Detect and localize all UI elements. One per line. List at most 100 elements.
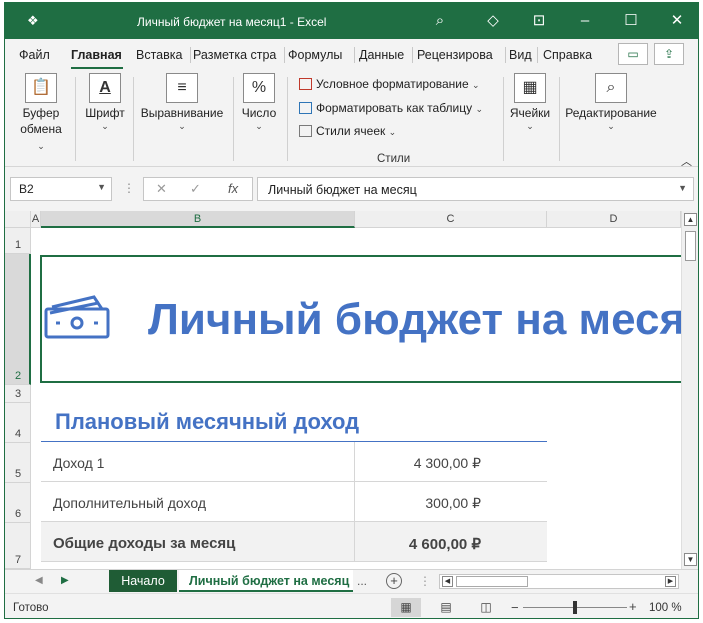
formula-buttons: ✕ ✓ fx <box>143 177 253 201</box>
scroll-left-icon[interactable]: ◀ <box>442 576 453 587</box>
column-header-c[interactable]: C <box>355 211 547 228</box>
zoom-level[interactable]: 100 % <box>649 602 682 614</box>
row-header-3[interactable]: 3 <box>5 385 31 403</box>
sheet-tab-budget[interactable]: Личный бюджет на месяц <box>179 570 353 592</box>
total-value: 4 600,00 ₽ <box>408 536 481 553</box>
font-label: Шрифт <box>85 106 125 120</box>
row-header-4[interactable]: 4 <box>5 403 31 443</box>
scroll-thumb[interactable] <box>456 576 528 587</box>
autosave-icon[interactable]: ❖ <box>27 13 39 29</box>
clipboard-label-2: обмена ⌄ <box>20 122 62 151</box>
search-icon[interactable]: ⌕ <box>426 9 454 33</box>
zoom-in-button[interactable]: + <box>629 599 637 614</box>
vertical-scrollbar[interactable]: ▲ ▼ <box>681 211 698 569</box>
scroll-down-icon[interactable]: ▼ <box>684 553 697 566</box>
cell-styles-button[interactable]: Стили ячеек ⌄ <box>299 124 396 138</box>
cells-label: Ячейки <box>509 106 551 120</box>
formula-input[interactable]: Личный бюджет на месяц ▼ <box>257 177 694 201</box>
diamond-icon[interactable]: ◇ <box>479 9 507 33</box>
name-box-value: B2 <box>19 182 34 196</box>
column-header-a[interactable]: A <box>31 211 41 228</box>
number-group[interactable]: % Число ⌄ <box>239 69 279 131</box>
worksheet-grid[interactable]: A B C D 1 2 3 4 5 6 7 Личный бюджет на м… <box>5 211 698 569</box>
column-header-d[interactable]: D <box>547 211 681 228</box>
ribbon-separator <box>233 77 234 161</box>
row-header-5[interactable]: 5 <box>5 443 31 483</box>
next-sheet-icon[interactable]: ▶ <box>61 575 69 586</box>
row-value: 300,00 ₽ <box>425 495 481 511</box>
conditional-formatting-button[interactable]: Условное форматирование ⌄ <box>299 77 480 91</box>
alignment-label: Выравнивание <box>140 106 224 120</box>
ribbon-home: 📋 Буфер обмена ⌄ A Шрифт ⌄ ≡ Выравнивани… <box>5 69 698 168</box>
format-as-table-label: Форматировать как таблицу <box>316 101 473 115</box>
tab-separator <box>505 47 506 63</box>
row-header-6[interactable]: 6 <box>5 483 31 523</box>
tab-separator <box>354 47 355 63</box>
clipboard-group[interactable]: 📋 Буфер обмена ⌄ <box>17 69 65 153</box>
row-header-7[interactable]: 7 <box>5 523 31 569</box>
share-button[interactable]: ⇪ <box>654 43 684 65</box>
tab-help[interactable]: Справка <box>543 48 592 62</box>
tab-review[interactable]: Рецензирова <box>417 48 493 62</box>
close-button[interactable]: ✕ <box>663 9 691 33</box>
cells-group[interactable]: ▦ Ячейки ⌄ <box>507 69 553 131</box>
zoom-out-button[interactable]: − <box>511 600 519 615</box>
cancel-icon[interactable]: ✕ <box>156 181 167 197</box>
zoom-slider-thumb[interactable] <box>573 601 577 614</box>
tab-home[interactable]: Главная <box>71 48 122 62</box>
title-bar: ❖ Личный бюджет на месяц1 - Excel ⌕ ◇ ⊡ … <box>5 3 698 39</box>
drag-handle-icon[interactable]: ⋮ <box>419 574 431 588</box>
tab-view[interactable]: Вид <box>509 48 532 62</box>
add-sheet-icon[interactable]: + <box>386 573 402 589</box>
scroll-thumb[interactable] <box>685 231 696 261</box>
tab-formulas[interactable]: Формулы <box>288 48 342 62</box>
alignment-group[interactable]: ≡ Выравнивание ⌄ <box>139 69 225 131</box>
comments-button[interactable]: ▭ <box>618 43 648 65</box>
status-bar: Готово ▦ ▤ ◫ − + 100 % <box>5 593 698 618</box>
page-break-view-icon[interactable]: ◫ <box>471 598 501 617</box>
expand-formula-icon[interactable]: ▼ <box>678 183 687 193</box>
format-as-table-button[interactable]: Форматировать как таблицу ⌄ <box>299 101 483 115</box>
table-row[interactable]: Дополнительный доход 300,00 ₽ <box>41 482 547 522</box>
name-box[interactable]: B2 ▼ <box>10 177 112 201</box>
table-row[interactable]: Доход 1 4 300,00 ₽ <box>41 442 547 482</box>
chevron-down-icon: ⌄ <box>178 121 186 131</box>
chevron-down-icon: ⌄ <box>101 121 109 131</box>
scroll-right-icon[interactable]: ▶ <box>665 576 676 587</box>
conditional-formatting-label: Условное форматирование <box>316 77 469 91</box>
normal-view-icon[interactable]: ▦ <box>391 598 421 617</box>
tab-data[interactable]: Данные <box>359 48 404 62</box>
tab-insert[interactable]: Вставка <box>136 48 182 62</box>
select-all-corner[interactable] <box>5 211 31 228</box>
sheet-tab-start[interactable]: Начало <box>109 570 177 592</box>
minimize-button[interactable]: – <box>571 9 599 33</box>
row-header-1[interactable]: 1 <box>5 228 31 254</box>
insert-function-icon[interactable]: fx <box>228 181 238 196</box>
page-layout-view-icon[interactable]: ▤ <box>431 598 461 617</box>
row-header-2[interactable]: 2 <box>5 254 31 385</box>
font-group[interactable]: A Шрифт ⌄ <box>81 69 129 131</box>
enter-icon[interactable]: ✓ <box>190 181 201 197</box>
ribbon-display-icon[interactable]: ⊡ <box>525 9 553 33</box>
tab-file[interactable]: Файл <box>19 48 50 62</box>
more-sheets-icon[interactable]: ... <box>357 574 367 588</box>
row-number: 2 <box>14 370 22 382</box>
tab-separator <box>412 47 413 63</box>
total-row[interactable]: Общие доходы за месяц 4 600,00 ₽ <box>41 522 547 562</box>
editing-label: Редактирование <box>565 106 657 120</box>
maximize-button[interactable]: ☐ <box>617 9 645 33</box>
tab-page-layout[interactable]: Разметка стра <box>193 48 276 62</box>
ribbon-separator <box>559 77 560 161</box>
prev-sheet-icon[interactable]: ◀ <box>35 575 43 586</box>
column-header-b[interactable]: B <box>41 211 355 228</box>
scroll-up-icon[interactable]: ▲ <box>684 213 697 226</box>
cells-icon: ▦ <box>514 73 546 103</box>
title-cell-b2[interactable]: Личный бюджет на месяц <box>40 255 684 383</box>
drag-handle-icon[interactable]: ⋮ <box>123 181 135 195</box>
chevron-down-icon[interactable]: ▼ <box>97 182 106 192</box>
editing-group[interactable]: ⌕ Редактирование ⌄ <box>565 69 657 131</box>
font-color-icon: A <box>89 73 121 103</box>
horizontal-scrollbar[interactable]: ◀ ▶ <box>439 574 679 589</box>
conditional-formatting-icon <box>299 78 312 90</box>
percent-icon: % <box>243 73 275 103</box>
